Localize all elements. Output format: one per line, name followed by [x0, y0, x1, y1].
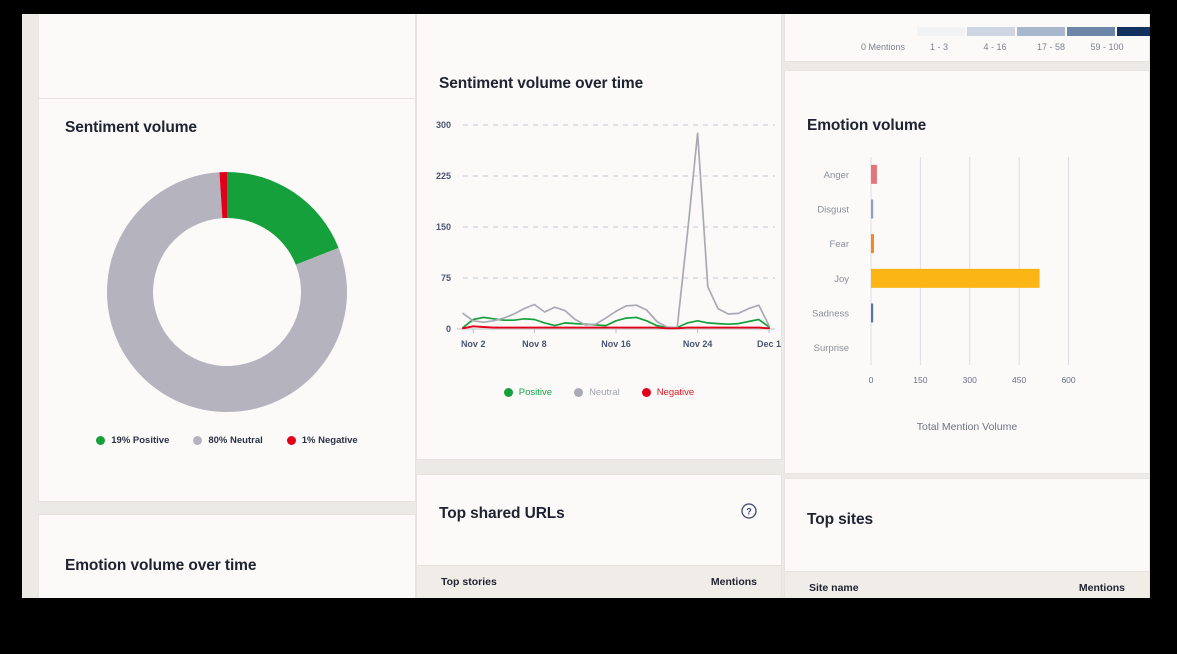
chart-x-axis: Nov 2 Nov 8 Nov 16 Nov 24 Dec 1 — [461, 329, 781, 349]
chart-series — [463, 133, 769, 328]
sentiment-volume-title: Sentiment volume — [65, 119, 197, 137]
svg-text:0: 0 — [446, 324, 451, 334]
sentiment-over-time-card: Sentiment volume over time 0 75 150 225 300 … — [416, 14, 782, 460]
heatmap-swatch-0 — [917, 27, 965, 36]
heatmap-swatch-2 — [1017, 27, 1065, 36]
svg-text:300: 300 — [963, 375, 977, 385]
emotion-volume-card: Emotion volume Anger Disgust Fear Joy Sadnes… — [784, 70, 1150, 474]
heatmap-swatch-3 — [1067, 27, 1115, 36]
legend-dot-positive — [96, 436, 105, 445]
emotion-volume-chart: Anger Disgust Fear Joy Sadness Surprise 0 150 3… — [785, 149, 1149, 419]
legend-item-positive: 19% Positive — [96, 435, 169, 446]
svg-text:Disgust: Disgust — [817, 205, 849, 216]
series-label-neutral: Neutral — [589, 387, 620, 398]
svg-text:Fear: Fear — [829, 239, 849, 250]
heatmap-legend-swatches — [917, 27, 1150, 36]
svg-text:150: 150 — [436, 222, 451, 232]
top-sites-title: Top sites — [807, 511, 873, 529]
top-shared-urls-card: Top shared URLs ? Top stories Mentions 1 — [416, 474, 782, 598]
legend-label-negative: 1% Negative — [302, 435, 358, 446]
svg-text:Nov 16: Nov 16 — [601, 339, 631, 349]
svg-text:Sadness: Sadness — [812, 309, 849, 320]
emotion-volume-x-label: Total Mention Volume — [785, 421, 1149, 433]
heatmap-label-3: 17 - 58 — [1023, 42, 1079, 52]
sentiment-volume-chart — [39, 157, 415, 427]
column-header-site-name: Site name — [809, 582, 859, 594]
svg-text:Anger: Anger — [824, 170, 849, 181]
heatmap-label-0: 0 Mentions — [855, 42, 911, 52]
svg-text:Nov 2: Nov 2 — [461, 339, 486, 349]
heatmap-legend-labels: 0 Mentions 1 - 3 4 - 16 17 - 58 59 - 100 — [855, 42, 1135, 52]
top-sites-card: Top sites Site name Mentions — [784, 478, 1150, 598]
top-shared-urls-header: Top stories Mentions — [417, 565, 781, 598]
svg-text:150: 150 — [913, 375, 927, 385]
bar-category-labels: Anger Disgust Fear Joy Sadness Surprise — [812, 170, 849, 354]
column-header-top-stories: Top stories — [441, 576, 497, 588]
legend-item-negative: 1% Negative — [287, 435, 358, 446]
legend-item-neutral: 80% Neutral — [193, 435, 262, 446]
column-header-site-mentions: Mentions — [1079, 582, 1125, 594]
series-legend-neutral[interactable]: Neutral — [574, 387, 620, 398]
legend-label-positive: 19% Positive — [111, 435, 169, 446]
svg-text:300: 300 — [436, 120, 451, 130]
heatmap-label-4: 59 - 100 — [1079, 42, 1135, 52]
chart-y-axis: 0 75 150 225 300 — [436, 120, 451, 334]
svg-text:225: 225 — [436, 171, 451, 181]
heatmap-legend-card: 0 Mentions 1 - 3 4 - 16 17 - 58 59 - 100 — [784, 14, 1150, 62]
bar-series — [871, 165, 1040, 323]
column-header-mentions: Mentions — [711, 576, 757, 588]
svg-text:Dec 1: Dec 1 — [757, 339, 781, 349]
legend-label-neutral: 80% Neutral — [208, 435, 262, 446]
dashboard-board: business across rose social media manage… — [22, 14, 1150, 598]
top-shared-urls-title: Top shared URLs — [439, 505, 565, 523]
sentiment-volume-card: Sentiment volume 19% Positive — [38, 98, 416, 502]
emotion-volume-over-time-title: Emotion volume over time — [65, 557, 256, 575]
emotion-volume-over-time-card: Emotion volume over time — [38, 514, 416, 598]
legend-dot-neutral — [193, 436, 202, 445]
heatmap-label-2: 4 - 16 — [967, 42, 1023, 52]
series-dot-negative — [642, 388, 651, 397]
series-label-positive: Positive — [519, 387, 552, 398]
svg-text:600: 600 — [1061, 375, 1075, 385]
heatmap-swatch-1 — [967, 27, 1015, 36]
question-circle-icon[interactable]: ? — [741, 503, 757, 524]
sentiment-over-time-title: Sentiment volume over time — [439, 75, 643, 93]
article-teaser-card: business across rose social media manage… — [38, 14, 416, 104]
series-label-negative: Negative — [657, 387, 695, 398]
svg-text:Joy: Joy — [834, 274, 849, 285]
svg-text:75: 75 — [441, 273, 451, 283]
series-legend-positive[interactable]: Positive — [504, 387, 552, 398]
sentiment-volume-legend: 19% Positive 80% Neutral 1% Negative — [39, 435, 415, 446]
heatmap-label-1: 1 - 3 — [911, 42, 967, 52]
sentiment-over-time-legend: Positive Neutral Negative — [417, 387, 781, 398]
bar-x-axis: 0 150 300 450 600 — [869, 375, 1076, 385]
emotion-volume-title: Emotion volume — [807, 117, 926, 135]
svg-text:Nov 24: Nov 24 — [683, 339, 713, 349]
svg-text:Surprise: Surprise — [814, 343, 849, 354]
svg-text:450: 450 — [1012, 375, 1026, 385]
chart-gridlines — [457, 125, 775, 329]
heatmap-swatch-4 — [1117, 27, 1150, 36]
series-dot-positive — [504, 388, 513, 397]
sentiment-over-time-chart: 0 75 150 225 300 Nov 2 Nov 8 Nov 16 Nov 24 Dec 1 — [417, 107, 781, 377]
svg-text:?: ? — [746, 507, 752, 517]
donut-chart-svg — [92, 157, 362, 427]
bar-gridlines — [871, 157, 1069, 365]
dashboard-viewport: business across rose social media manage… — [22, 14, 1150, 598]
legend-dot-negative — [287, 436, 296, 445]
top-sites-header: Site name Mentions — [785, 571, 1149, 598]
series-legend-negative[interactable]: Negative — [642, 387, 695, 398]
series-dot-neutral — [574, 388, 583, 397]
screen-frame: business across rose social media manage… — [0, 0, 1177, 654]
svg-text:Nov 8: Nov 8 — [522, 339, 547, 349]
svg-text:0: 0 — [869, 375, 874, 385]
